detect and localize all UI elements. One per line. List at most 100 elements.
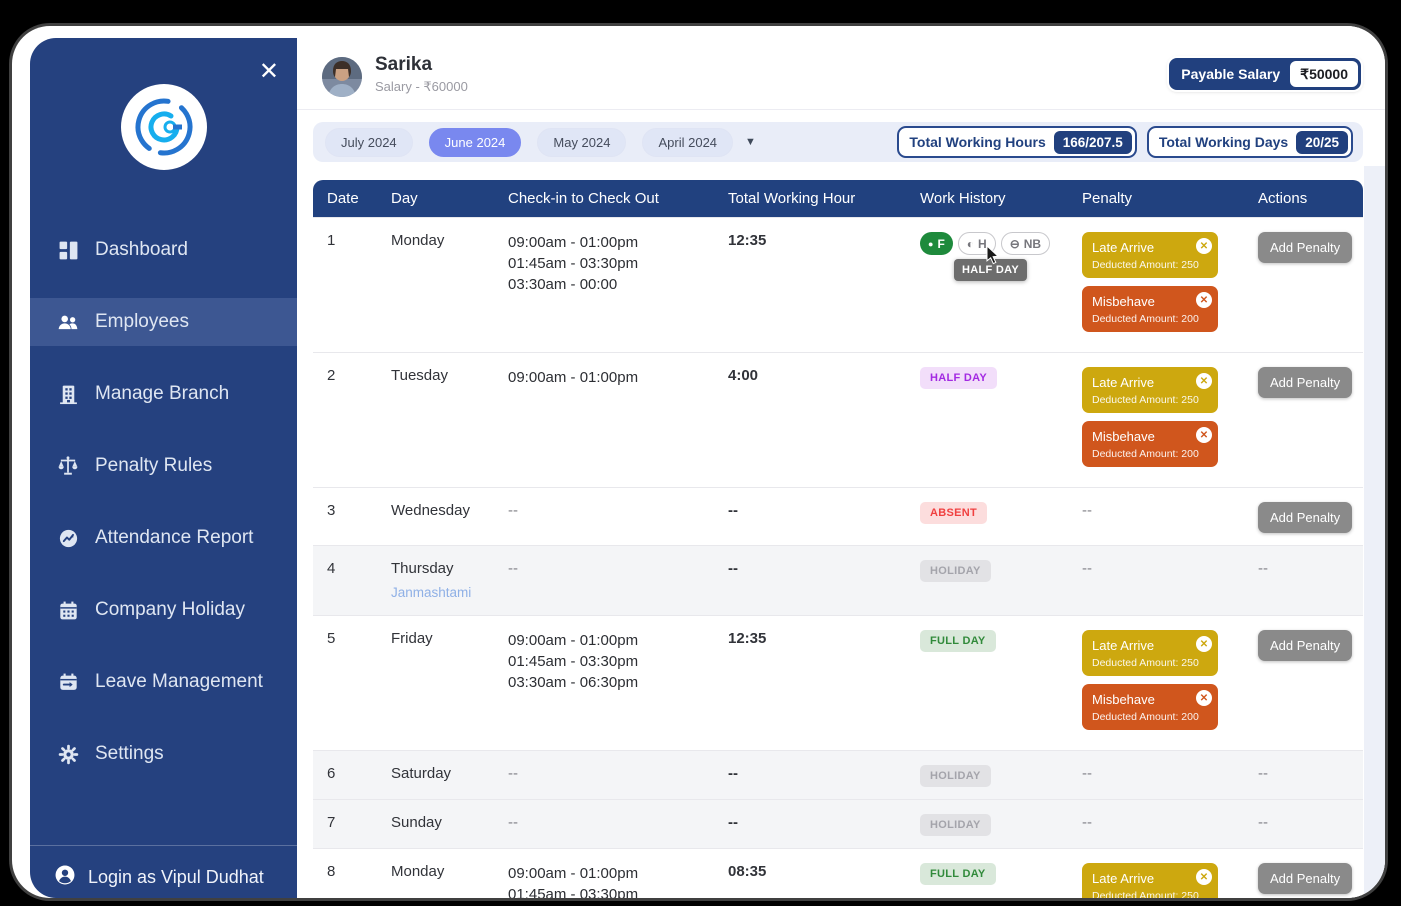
penalty-name: Misbehave — [1092, 692, 1208, 707]
cell-total-working-hour: 12:35 — [714, 218, 906, 261]
month-tab-april-2024[interactable]: April 2024 — [642, 128, 733, 157]
cell-total-working-hour: 08:35 — [714, 849, 906, 892]
chevron-down-icon[interactable]: ▼ — [745, 136, 756, 148]
penalty-badge-misbehave: MisbehaveDeducted Amount: 200✕ — [1082, 286, 1218, 332]
login-as-button[interactable]: Login as Vipul Dudhat — [30, 854, 297, 898]
add-penalty-button[interactable]: Add Penalty — [1258, 502, 1352, 533]
status-badge-holiday: HOLIDAY — [920, 814, 991, 836]
sidebar-item-employees[interactable]: Employees — [30, 298, 297, 346]
sidebar-item-penalty-rules[interactable]: Penalty Rules — [30, 442, 297, 490]
column-header-actions: Actions — [1244, 190, 1363, 207]
cell-checkins: -- — [494, 488, 714, 531]
status-badge-absent: ABSENT — [920, 502, 987, 524]
total-working-days-pill: Total Working Days 20/25 — [1147, 126, 1353, 158]
cursor-pointer-icon — [986, 246, 1001, 269]
main-content: Sarika Salary - ₹60000 Payable Salary ₹5… — [297, 26, 1385, 898]
table-row: 1Monday09:00am - 01:00pm01:45am - 03:30p… — [313, 217, 1363, 352]
sidebar-item-attendance-report[interactable]: Attendance Report — [30, 514, 297, 562]
cell-date: 3 — [313, 488, 377, 531]
column-header-total-working-hour: Total Working Hour — [714, 190, 906, 207]
dashboard-icon — [56, 238, 80, 262]
sidebar-item-settings[interactable]: Settings — [30, 730, 297, 778]
cell-work-history: HOLIDAY — [906, 751, 1068, 799]
penalty-name: Misbehave — [1092, 294, 1208, 309]
column-header-check-in-to-check-out: Check-in to Check Out — [494, 190, 714, 207]
cell-checkins: 09:00am - 01:00pm01:45am - 03:30pm03:30a… — [494, 218, 714, 307]
cell-date: 1 — [313, 218, 377, 261]
penalty-deducted-amount: Deducted Amount: 200 — [1092, 711, 1208, 723]
column-header-work-history: Work History — [906, 190, 1068, 207]
sidebar-item-leave-management[interactable]: Leave Management — [30, 658, 297, 706]
sidebar-item-dashboard[interactable]: Dashboard — [30, 226, 297, 274]
table-header-row: DateDayCheck-in to Check OutTotal Workin… — [313, 180, 1363, 217]
report-icon — [56, 526, 80, 550]
cell-total-working-hour: -- — [714, 546, 906, 589]
table-row: 8Monday09:00am - 01:00pm01:45am - 03:30p… — [313, 848, 1363, 898]
cell-day: Sunday — [377, 800, 494, 843]
cell-checkins: -- — [494, 800, 714, 843]
work-history-pill-nb[interactable]: ⊖NB — [1001, 232, 1050, 255]
sidebar-item-label: Manage Branch — [95, 383, 229, 405]
gear-icon — [56, 742, 80, 766]
remove-penalty-icon[interactable]: ✕ — [1196, 427, 1212, 443]
remove-penalty-icon[interactable]: ✕ — [1196, 238, 1212, 254]
total-working-days-label: Total Working Days — [1159, 134, 1288, 150]
cell-date: 4 — [313, 546, 377, 589]
add-penalty-button[interactable]: Add Penalty — [1258, 863, 1352, 894]
cell-penalty: -- — [1068, 800, 1244, 843]
cell-penalty: -- — [1068, 488, 1244, 531]
cell-penalty: Late ArriveDeducted Amount: 250✕ — [1068, 849, 1244, 898]
checkin-time: -- — [508, 814, 708, 831]
half-day-circle-icon: ◐ — [967, 238, 974, 250]
remove-penalty-icon[interactable]: ✕ — [1196, 292, 1212, 308]
sidebar-item-manage-branch[interactable]: Manage Branch — [30, 370, 297, 418]
penalty-deducted-amount: Deducted Amount: 250 — [1092, 394, 1208, 406]
total-working-hours-label: Total Working Hours — [909, 134, 1045, 150]
cell-checkins: 09:00am - 01:00pm01:45am - 03:30pm03:30a… — [494, 616, 714, 705]
cell-penalty: Late ArriveDeducted Amount: 250✕Misbehav… — [1068, 353, 1244, 487]
full-day-dot-icon: ● — [928, 239, 933, 249]
scales-icon — [56, 454, 80, 478]
checkin-time: 03:30am - 00:00 — [508, 274, 708, 295]
person-circle-icon — [54, 864, 76, 891]
work-history-pill-label: F — [937, 237, 944, 251]
app-window: ✕ Dashboard Employees Manage Branch Penalty… — [12, 26, 1385, 898]
table-row: 2Tuesday09:00am - 01:00pm4:00HALF DAYLat… — [313, 352, 1363, 487]
remove-penalty-icon[interactable]: ✕ — [1196, 373, 1212, 389]
sidebar-item-label: Dashboard — [95, 239, 188, 261]
status-badge-half: HALF DAY — [920, 367, 997, 389]
close-icon[interactable]: ✕ — [259, 60, 279, 84]
calendar-icon — [56, 598, 80, 622]
cell-total-working-hour: -- — [714, 800, 906, 843]
checkin-time: 09:00am - 01:00pm — [508, 863, 708, 884]
remove-penalty-icon[interactable]: ✕ — [1196, 690, 1212, 706]
add-penalty-button[interactable]: Add Penalty — [1258, 367, 1352, 398]
column-header-date: Date — [313, 190, 377, 207]
month-tab-june-2024[interactable]: June 2024 — [429, 128, 522, 157]
cell-total-working-hour: 12:35 — [714, 616, 906, 659]
checkin-time: 03:30am - 06:30pm — [508, 672, 708, 693]
table-row: 4ThursdayJanmashtami----HOLIDAY---- — [313, 545, 1363, 615]
month-tabs: July 2024 June 2024 May 2024 April 2024 — [325, 128, 733, 157]
filter-band: July 2024 June 2024 May 2024 April 2024 ▼ T… — [313, 122, 1363, 162]
sidebar-item-label: Leave Management — [95, 671, 263, 693]
remove-penalty-icon[interactable]: ✕ — [1196, 636, 1212, 652]
cell-actions: -- — [1244, 751, 1363, 794]
month-tab-may-2024[interactable]: May 2024 — [537, 128, 626, 157]
add-penalty-button[interactable]: Add Penalty — [1258, 232, 1352, 263]
cell-checkins: 09:00am - 01:00pm — [494, 353, 714, 400]
cell-actions: -- — [1244, 800, 1363, 843]
remove-penalty-icon[interactable]: ✕ — [1196, 869, 1212, 885]
penalty-deducted-amount: Deducted Amount: 250 — [1092, 890, 1208, 898]
work-history-pill-f[interactable]: ●F — [920, 232, 953, 255]
add-penalty-button[interactable]: Add Penalty — [1258, 630, 1352, 661]
month-tab-july-2024[interactable]: July 2024 — [325, 128, 413, 157]
attendance-table: DateDayCheck-in to Check OutTotal Workin… — [313, 180, 1363, 898]
column-header-day: Day — [377, 190, 494, 207]
cell-actions: Add Penalty — [1244, 616, 1363, 673]
penalty-name: Misbehave — [1092, 429, 1208, 444]
cell-day: Monday — [377, 218, 494, 261]
branch-icon — [56, 382, 80, 406]
sidebar-item-company-holiday[interactable]: Company Holiday — [30, 586, 297, 634]
cell-work-history: ●F◐H⊖NBHALF DAY — [906, 218, 1068, 267]
